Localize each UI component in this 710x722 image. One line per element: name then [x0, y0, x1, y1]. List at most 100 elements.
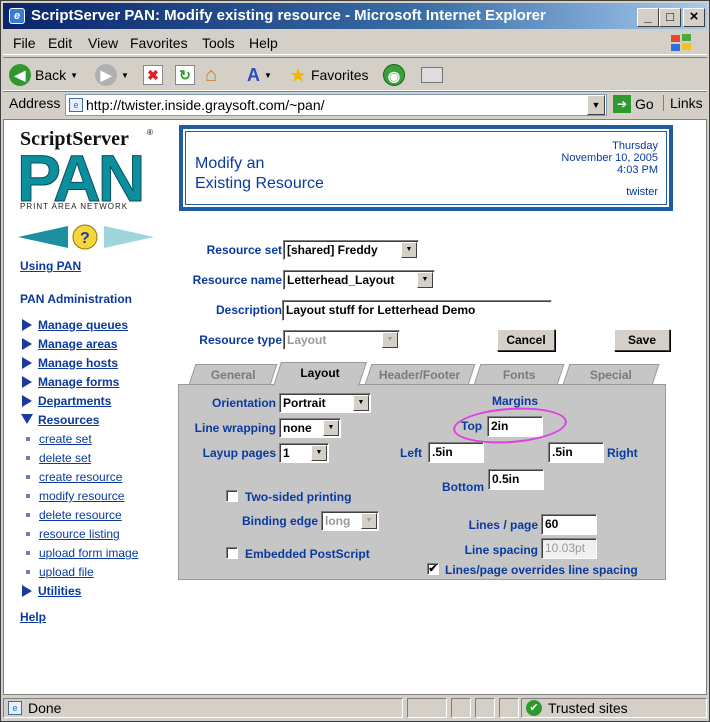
refresh-icon: ↻: [175, 65, 195, 85]
address-dropdown-icon[interactable]: ▼: [587, 95, 605, 115]
forward-button[interactable]: ▶ ▼: [95, 62, 129, 88]
departments-link[interactable]: Departments: [38, 394, 111, 408]
links-button[interactable]: Links: [663, 95, 703, 111]
override-checkbox[interactable]: ✔: [427, 563, 439, 575]
cancel-button[interactable]: Cancel: [497, 329, 555, 351]
resource-set-select[interactable]: [shared] Freddy ▼: [283, 240, 419, 260]
logo-subtitle: PRINT AREA NETWORK: [20, 202, 129, 211]
right-margin-input[interactable]: .5in: [548, 442, 604, 463]
page-title: Modify an Existing Resource: [195, 154, 324, 194]
embedded-postscript-checkbox[interactable]: [226, 547, 238, 559]
close-button[interactable]: ×: [683, 8, 705, 27]
bottom-margin-input[interactable]: 0.5in: [488, 469, 544, 490]
delete-resource-link[interactable]: delete resource: [39, 508, 122, 522]
utilities-link[interactable]: Utilities: [38, 584, 81, 598]
line-spacing-label: Line spacing: [464, 543, 538, 557]
modify-resource-link[interactable]: modify resource: [39, 489, 124, 503]
forward-nav-icon[interactable]: [104, 226, 154, 248]
menu-help[interactable]: Help: [249, 35, 278, 51]
upload-file-link[interactable]: upload file: [39, 565, 94, 579]
manage-forms-link[interactable]: Manage forms: [38, 375, 119, 389]
manage-queues-link[interactable]: Manage queues: [38, 318, 128, 332]
dropdown-arrow-icon: ▼: [323, 420, 339, 436]
pan-admin-heading: PAN Administration: [20, 292, 133, 306]
ie-icon: e: [9, 8, 25, 24]
back-button[interactable]: ◀ Back ▼: [9, 62, 78, 88]
create-set-link[interactable]: create set: [39, 432, 92, 446]
description-input[interactable]: Layout stuff for Letterhead Demo: [282, 300, 552, 321]
resource-name-select[interactable]: Letterhead_Layout ▼: [283, 270, 435, 290]
save-button[interactable]: Save: [614, 329, 670, 351]
tab-general[interactable]: General: [188, 364, 278, 385]
page-content: ScriptServer ® PAN PRINT AREA NETWORK ? …: [3, 119, 707, 695]
left-margin-input[interactable]: .5in: [428, 442, 484, 463]
page-icon: e: [69, 98, 83, 112]
resource-listing-link[interactable]: resource listing: [39, 527, 120, 541]
lines-per-page-label: Lines / page: [468, 518, 538, 532]
upload-form-image-link[interactable]: upload form image: [39, 546, 138, 560]
back-dropdown-icon[interactable]: ▼: [70, 71, 78, 80]
go-button[interactable]: ➔ Go: [613, 95, 654, 113]
resource-name-value: Letterhead_Layout: [287, 273, 395, 287]
tab-layout-label: Layout: [300, 366, 340, 380]
orientation-value: Portrait: [283, 396, 326, 410]
menu-bar: File Edit View Favorites Tools Help: [3, 31, 707, 55]
embedded-postscript-label: Embedded PostScript: [245, 547, 370, 561]
manage-areas-link[interactable]: Manage areas: [38, 337, 117, 351]
triangle-icon: [22, 338, 32, 350]
tab-layout[interactable]: Layout: [273, 362, 367, 386]
forward-dropdown-icon[interactable]: ▼: [121, 71, 129, 80]
back-arrow-icon: ◀: [9, 64, 31, 86]
bullet-icon: [26, 551, 30, 555]
zone-text: Trusted sites: [548, 700, 628, 716]
manage-hosts-link[interactable]: Manage hosts: [38, 356, 118, 370]
page-done-icon: e: [8, 701, 22, 715]
minimize-button[interactable]: _: [637, 8, 659, 27]
layup-pages-select[interactable]: 1 ▼: [279, 443, 329, 463]
address-label: Address: [9, 95, 61, 111]
menu-tools[interactable]: Tools: [202, 35, 235, 51]
line-wrapping-select[interactable]: none ▼: [279, 418, 341, 438]
media-button[interactable]: ◉: [383, 62, 405, 88]
back-label: Back: [35, 67, 67, 83]
tab-fonts-label: Fonts: [502, 368, 536, 382]
stop-button[interactable]: ✖: [143, 62, 163, 88]
right-margin-label: Right: [607, 446, 638, 460]
orientation-select[interactable]: Portrait ▼: [279, 393, 371, 413]
create-resource-link[interactable]: create resource: [39, 470, 122, 484]
menu-file[interactable]: File: [13, 35, 36, 51]
resource-type-value: Layout: [287, 333, 327, 347]
menu-view[interactable]: View: [88, 35, 118, 51]
back-nav-icon[interactable]: [18, 226, 68, 248]
triangle-down-icon: [21, 414, 33, 424]
menu-edit[interactable]: Edit: [48, 35, 72, 51]
go-label: Go: [635, 96, 654, 112]
tab-header-footer[interactable]: Header/Footer: [364, 364, 476, 385]
favorites-button[interactable]: ★ Favorites: [289, 62, 369, 88]
override-label: Lines/page overrides line spacing: [445, 563, 638, 577]
title-bar: e ScriptServer PAN: Modify existing reso…: [3, 3, 707, 29]
two-sided-checkbox[interactable]: [226, 490, 238, 502]
resources-link[interactable]: Resources: [38, 413, 99, 427]
help-link[interactable]: Help: [20, 610, 46, 624]
address-input[interactable]: e http://twister.inside.graysoft.com/~pa…: [65, 94, 607, 116]
delete-set-link[interactable]: delete set: [39, 451, 91, 465]
home-button[interactable]: ⌂: [205, 62, 217, 88]
bullet-icon: [26, 494, 30, 498]
triangle-icon: [22, 585, 32, 597]
line-wrapping-label: Line wrapping: [194, 421, 276, 435]
tab-special[interactable]: Special: [562, 364, 660, 385]
refresh-button[interactable]: ↻: [175, 62, 195, 88]
left-margin-label: Left: [400, 446, 422, 460]
lines-per-page-input[interactable]: 60: [541, 514, 597, 535]
maximize-button[interactable]: □: [659, 8, 681, 27]
layup-pages-label: Layup pages: [202, 446, 276, 460]
bullet-icon: [26, 513, 30, 517]
menu-favorites[interactable]: Favorites: [130, 35, 188, 51]
using-pan-link[interactable]: Using PAN: [20, 259, 81, 273]
print-button[interactable]: [421, 62, 443, 88]
search-button[interactable]: A ▼: [247, 62, 272, 88]
dropdown-arrow-icon: ▼: [353, 395, 369, 411]
tab-fonts[interactable]: Fonts: [473, 364, 565, 385]
home-icon: ⌂: [205, 63, 218, 86]
